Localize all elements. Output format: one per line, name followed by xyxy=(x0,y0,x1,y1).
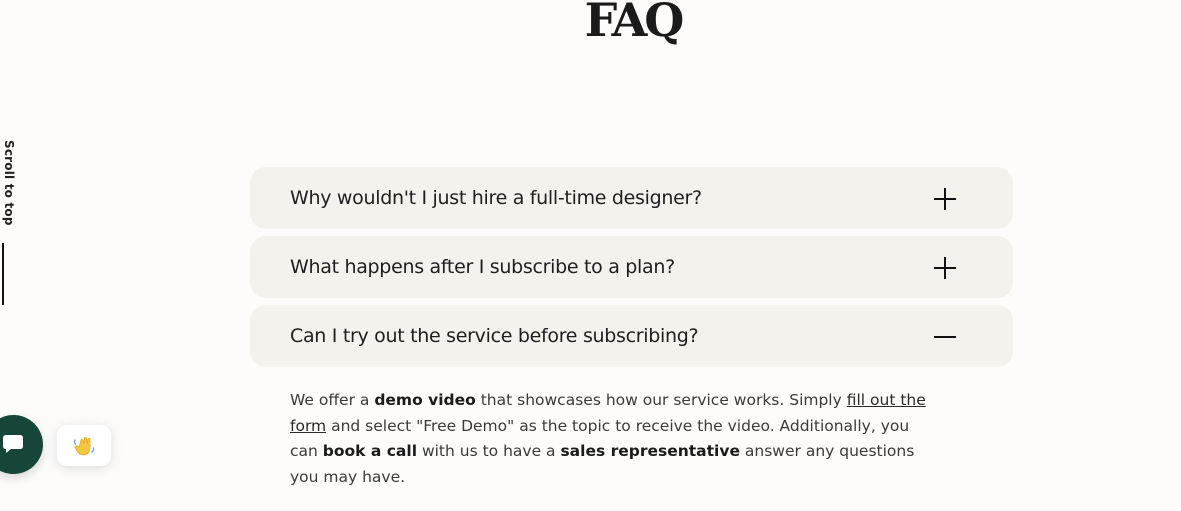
answer-text: with us to have a xyxy=(417,442,561,461)
plus-icon[interactable] xyxy=(934,257,956,279)
chat-bubble-icon xyxy=(3,435,23,453)
faq-item[interactable]: What happens after I subscribe to a plan… xyxy=(250,236,1013,298)
faq-question: Can I try out the service before subscri… xyxy=(290,325,699,347)
chat-button[interactable] xyxy=(0,415,43,474)
answer-emphasis: sales representative xyxy=(560,442,740,461)
faq-answer: We offer a demo video that showcases how… xyxy=(290,388,930,491)
scroll-to-top[interactable]: Scroll to top xyxy=(0,140,20,315)
faq-item-expanded[interactable]: Can I try out the service before subscri… xyxy=(250,305,1013,367)
answer-emphasis: demo video xyxy=(374,391,476,409)
faq-list: Why wouldn't I just hire a full-time des… xyxy=(250,167,1013,374)
answer-emphasis: book a call xyxy=(322,442,418,461)
page-title: FAQ xyxy=(584,0,685,47)
answer-text: We offer a xyxy=(290,391,375,409)
scroll-to-top-label: Scroll to top xyxy=(2,140,16,226)
waving-hand-icon xyxy=(73,436,95,456)
faq-question: Why wouldn't I just hire a full-time des… xyxy=(290,187,702,209)
scroll-progress-line xyxy=(2,243,4,305)
greeting-badge[interactable] xyxy=(57,425,111,466)
plus-icon[interactable] xyxy=(934,188,956,210)
faq-item[interactable]: Why wouldn't I just hire a full-time des… xyxy=(250,167,1013,229)
answer-text: that showcases how our service works. Si… xyxy=(475,391,847,409)
minus-icon[interactable] xyxy=(934,326,956,348)
faq-question: What happens after I subscribe to a plan… xyxy=(290,256,675,278)
